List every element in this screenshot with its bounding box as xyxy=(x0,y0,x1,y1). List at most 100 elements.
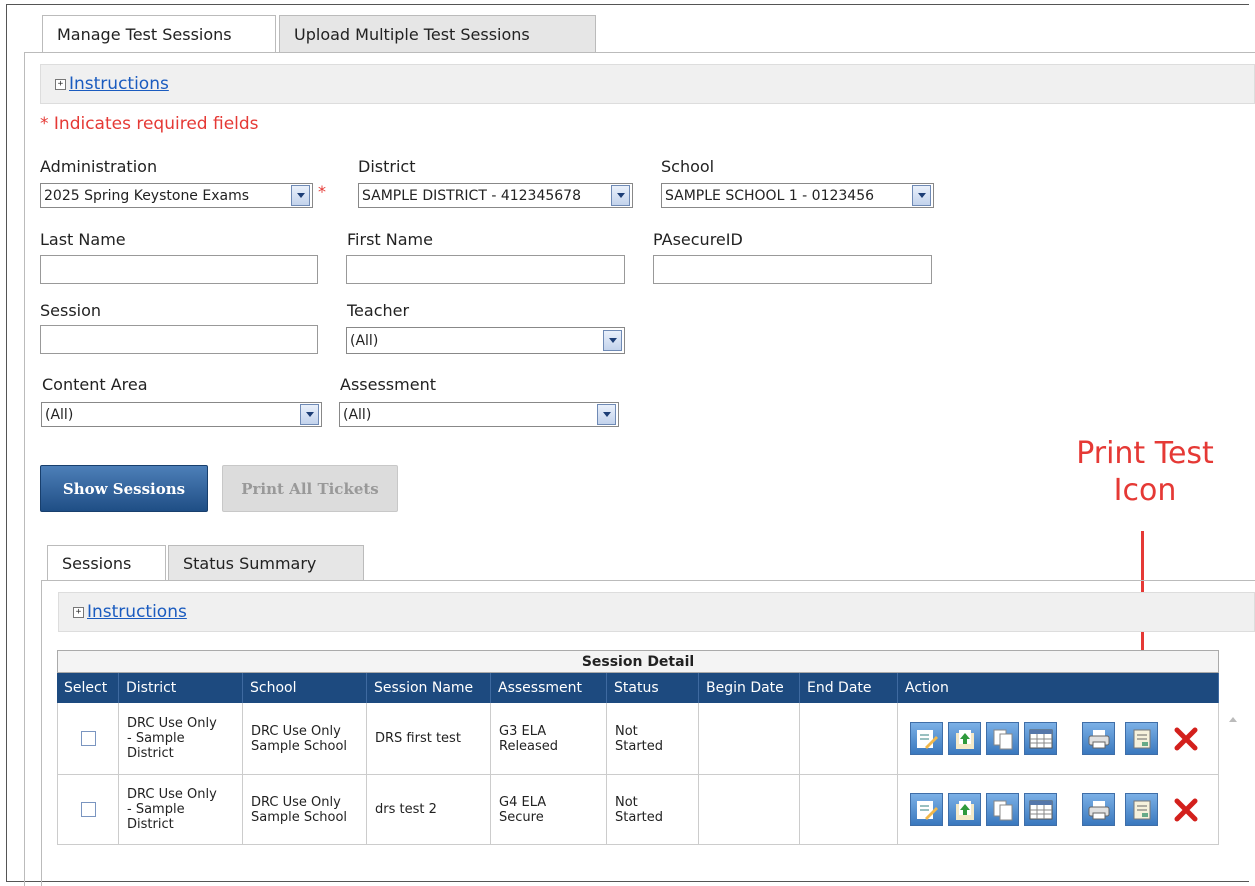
district-value: SAMPLE DISTRICT - 412345678 xyxy=(362,187,581,204)
annotation-line-2: Icon xyxy=(1113,473,1177,508)
session-name: drs test 2 xyxy=(375,802,437,817)
assessment-line: G4 ELA xyxy=(499,794,547,810)
col-header-assessment[interactable]: Assessment xyxy=(491,673,607,703)
col-header-end-date[interactable]: End Date xyxy=(800,673,898,703)
annotation-line-1: Print Test xyxy=(1076,436,1214,471)
sessions-instructions-bar: + Instructions xyxy=(58,592,1255,632)
session-field[interactable] xyxy=(40,325,318,354)
teacher-label: Teacher xyxy=(347,301,410,320)
show-sessions-button[interactable]: Show Sessions xyxy=(40,465,208,512)
instructions-link[interactable]: Instructions xyxy=(69,74,169,94)
pasecure-id-field[interactable] xyxy=(653,255,932,284)
roster-table-icon[interactable] xyxy=(1024,793,1057,826)
first-name-label: First Name xyxy=(347,230,433,249)
administration-value: 2025 Spring Keystone Exams xyxy=(44,187,250,204)
copy-icon[interactable] xyxy=(986,793,1019,826)
print-test-icon[interactable] xyxy=(1125,793,1158,826)
edit-icon[interactable] xyxy=(910,722,943,755)
district-select[interactable]: SAMPLE DISTRICT - 412345678 xyxy=(358,183,633,208)
select-cell xyxy=(57,775,119,845)
district-line: - Sample xyxy=(127,802,185,817)
first-name-field[interactable] xyxy=(346,255,625,284)
print-all-tickets-button[interactable]: Print All Tickets xyxy=(222,465,398,512)
delete-icon[interactable] xyxy=(1169,722,1202,755)
district-line: District xyxy=(127,817,174,832)
expand-icon[interactable]: + xyxy=(55,78,66,90)
school-cell: DRC Use Only Sample School xyxy=(243,775,367,845)
begin-date-cell xyxy=(699,703,800,775)
print-icon[interactable] xyxy=(1082,722,1115,755)
col-header-status[interactable]: Status xyxy=(607,673,699,703)
col-header-select[interactable]: Select xyxy=(57,673,119,703)
assessment-select[interactable]: (All) xyxy=(339,402,619,427)
status-line: Not xyxy=(615,794,638,810)
import-students-icon[interactable] xyxy=(948,793,981,826)
status-cell: Not Started xyxy=(607,703,699,775)
session-name-cell: DRS first test xyxy=(367,703,491,775)
col-header-school[interactable]: School xyxy=(243,673,367,703)
district-line: DRC Use Only xyxy=(127,716,217,731)
tab-status-summary[interactable]: Status Summary xyxy=(168,545,364,580)
annotation-print-test-icon: Print Test Icon xyxy=(1050,435,1240,509)
content-area-select[interactable]: (All) xyxy=(41,402,322,427)
begin-date-cell xyxy=(699,775,800,845)
row-select-checkbox[interactable] xyxy=(80,802,96,817)
session-detail-title: Session Detail xyxy=(57,650,1219,673)
assessment-cell: G4 ELA Secure xyxy=(491,775,607,845)
school-line: DRC Use Only xyxy=(251,723,341,739)
col-header-district[interactable]: District xyxy=(119,673,243,703)
session-name: DRS first test xyxy=(375,731,461,746)
district-cell: DRC Use Only - Sample District xyxy=(119,775,243,845)
district-line: - Sample xyxy=(127,731,185,746)
tab-label: Status Summary xyxy=(183,553,317,573)
expand-icon[interactable]: + xyxy=(73,606,84,618)
administration-label: Administration xyxy=(40,157,158,176)
assessment-line: Released xyxy=(499,738,559,754)
status-line: Not xyxy=(615,723,638,739)
assessment-label: Assessment xyxy=(340,375,436,394)
chevron-down-icon[interactable] xyxy=(912,185,931,206)
col-header-session-name[interactable]: Session Name xyxy=(367,673,491,703)
school-line: Sample School xyxy=(251,809,348,825)
copy-icon[interactable] xyxy=(986,722,1019,755)
status-cell: Not Started xyxy=(607,775,699,845)
status-line: Started xyxy=(615,738,664,754)
sessions-instructions-link[interactable]: Instructions xyxy=(87,602,187,622)
assessment-line: G3 ELA xyxy=(499,723,547,739)
tab-upload-multiple-test-sessions[interactable]: Upload Multiple Test Sessions xyxy=(279,15,596,52)
session-label: Session xyxy=(40,301,102,320)
school-line: DRC Use Only xyxy=(251,794,341,810)
tab-sessions[interactable]: Sessions xyxy=(47,545,166,581)
school-select[interactable]: SAMPLE SCHOOL 1 - 0123456 xyxy=(661,183,934,208)
teacher-select[interactable]: (All) xyxy=(346,327,625,354)
print-test-icon[interactable] xyxy=(1125,722,1158,755)
school-cell: DRC Use Only Sample School xyxy=(243,703,367,775)
chevron-down-icon[interactable] xyxy=(300,404,319,425)
scroll-up-arrow[interactable] xyxy=(1229,717,1237,722)
select-cell xyxy=(57,703,119,775)
tab-manage-test-sessions[interactable]: Manage Test Sessions xyxy=(42,15,276,53)
chevron-down-icon[interactable] xyxy=(291,185,310,206)
col-header-begin-date[interactable]: Begin Date xyxy=(699,673,800,703)
roster-table-icon[interactable] xyxy=(1024,722,1057,755)
school-line: Sample School xyxy=(251,738,348,754)
tab-label: Sessions xyxy=(62,554,132,573)
chevron-down-icon[interactable] xyxy=(611,185,630,206)
import-students-icon[interactable] xyxy=(948,722,981,755)
district-line: District xyxy=(127,746,174,761)
district-line: DRC Use Only xyxy=(127,787,217,802)
col-header-action: Action xyxy=(898,673,1219,703)
row-select-checkbox[interactable] xyxy=(80,731,96,746)
session-name-cell: drs test 2 xyxy=(367,775,491,845)
last-name-label: Last Name xyxy=(40,230,126,249)
edit-icon[interactable] xyxy=(910,793,943,826)
district-label: District xyxy=(358,157,416,176)
teacher-value: (All) xyxy=(350,332,379,349)
print-icon[interactable] xyxy=(1082,793,1115,826)
administration-select[interactable]: 2025 Spring Keystone Exams xyxy=(40,183,313,208)
required-star: * xyxy=(318,182,326,201)
chevron-down-icon[interactable] xyxy=(603,330,622,351)
last-name-field[interactable] xyxy=(40,255,318,284)
delete-icon[interactable] xyxy=(1169,793,1202,826)
chevron-down-icon[interactable] xyxy=(597,404,616,425)
